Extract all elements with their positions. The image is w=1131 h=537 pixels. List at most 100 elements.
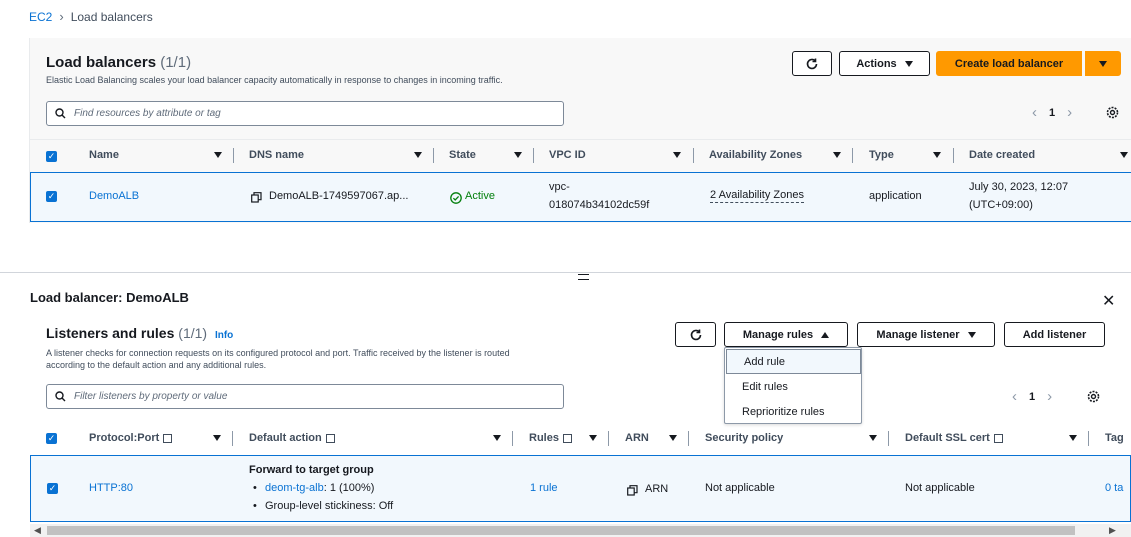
caret-down-icon: [967, 331, 976, 338]
table-row[interactable]: ✓ DemoALB DemoALB-1749597067.ap... Activ…: [30, 172, 1131, 222]
caret-down-icon: [1099, 60, 1107, 67]
manage-listener-label: Manage listener: [876, 328, 960, 341]
date-line1: July 30, 2023, 12:07: [969, 181, 1069, 193]
external-link-icon: [993, 433, 1003, 443]
table-row[interactable]: ✓ HTTP:80 Forward to target group • deom…: [30, 455, 1131, 522]
column-state[interactable]: State: [449, 140, 476, 170]
table-header: ✓ Name DNS name State VPC ID Availabilit…: [30, 139, 1131, 169]
column-default-action[interactable]: Default action: [249, 423, 335, 453]
listeners-title: Listeners and rules (1/1) Info: [46, 325, 234, 341]
copy-icon[interactable]: [251, 192, 262, 203]
menu-item-edit-rules[interactable]: Edit rules: [725, 374, 861, 399]
ssl-cert-value: Not applicable: [905, 482, 975, 494]
actions-button[interactable]: Actions: [839, 51, 930, 76]
add-listener-label: Add listener: [1022, 328, 1087, 341]
caret-down-icon: [904, 60, 913, 67]
bullet: •: [253, 500, 257, 512]
row-checkbox[interactable]: ✓: [46, 191, 57, 202]
column-protocol-port[interactable]: Protocol:Port: [89, 423, 173, 453]
search-icon: [55, 391, 66, 402]
manage-rules-menu: Add rule Edit rules Reprioritize rules: [724, 347, 862, 424]
manage-rules-label: Manage rules: [742, 328, 814, 341]
row-checkbox[interactable]: ✓: [47, 483, 58, 494]
split-divider: [0, 272, 1131, 273]
column-dns-name[interactable]: DNS name: [249, 140, 304, 170]
arn-value: ARN: [645, 483, 669, 495]
page-next-icon[interactable]: ›: [1047, 388, 1052, 405]
refresh-icon: [806, 58, 818, 69]
select-all-checkbox[interactable]: ✓: [46, 151, 57, 162]
page-number[interactable]: 1: [1049, 107, 1055, 119]
scroll-left-icon[interactable]: ◀: [34, 525, 41, 536]
menu-item-reprioritize-rules[interactable]: Reprioritize rules: [725, 399, 861, 424]
load-balancers-panel: Load balancers (1/1) Elastic Load Balanc…: [29, 38, 1131, 223]
page-prev-icon[interactable]: ‹: [1012, 388, 1017, 405]
default-action-title: Forward to target group: [249, 464, 374, 476]
breadcrumb: EC2 › Load balancers: [29, 9, 153, 24]
target-group-item: deom-tg-alb: 1 (100%): [265, 482, 375, 494]
protocol-port-link[interactable]: HTTP:80: [89, 480, 133, 497]
gear-icon[interactable]: [1087, 390, 1100, 403]
pagination: ‹ 1 ›: [1032, 104, 1072, 121]
copy-icon[interactable]: [627, 485, 638, 496]
horizontal-scrollbar[interactable]: ◀ ▶: [30, 524, 1131, 537]
availability-zones-popover[interactable]: 2 Availability Zones: [710, 188, 804, 203]
breadcrumb-ec2-link[interactable]: EC2: [29, 10, 52, 24]
info-link[interactable]: Info: [215, 330, 233, 341]
security-policy-value: Not applicable: [705, 482, 775, 494]
page-title: Load balancers (1/1): [46, 54, 192, 71]
external-link-icon: [163, 433, 173, 443]
external-link-icon: [562, 433, 572, 443]
lb-name-link[interactable]: DemoALB: [89, 188, 139, 205]
stickiness-value: Group-level stickiness: Off: [265, 500, 394, 512]
success-check-icon: [450, 192, 462, 204]
actions-label: Actions: [856, 57, 897, 70]
column-type[interactable]: Type: [869, 140, 894, 170]
listeners-refresh-button[interactable]: [675, 322, 716, 347]
manage-rules-button[interactable]: Manage rules: [724, 322, 848, 347]
chevron-right-icon: ›: [59, 9, 64, 24]
page-next-icon[interactable]: ›: [1067, 104, 1072, 121]
dns-name-value: DemoALB-1749597067.ap...: [269, 190, 409, 202]
resize-handle-icon[interactable]: [578, 274, 589, 280]
breadcrumb-current: Load balancers: [70, 9, 153, 24]
create-options-button[interactable]: [1085, 51, 1121, 76]
refresh-button[interactable]: [792, 51, 832, 76]
column-rules[interactable]: Rules: [529, 423, 572, 453]
scroll-right-icon[interactable]: ▶: [1109, 525, 1116, 536]
external-link-icon: [325, 433, 335, 443]
listeners-search-input[interactable]: Filter listeners by property or value: [46, 384, 564, 409]
date-line2: (UTC+09:00): [969, 199, 1033, 211]
create-load-balancer-button[interactable]: Create load balancer: [936, 51, 1082, 76]
create-label: Create load balancer: [954, 57, 1064, 70]
search-icon: [55, 108, 66, 119]
rules-link[interactable]: 1 rule: [530, 480, 558, 497]
select-all-checkbox[interactable]: ✓: [46, 433, 57, 444]
scrollbar-thumb[interactable]: [47, 526, 1075, 535]
column-vpc-id[interactable]: VPC ID: [549, 140, 586, 170]
column-availability-zones[interactable]: Availability Zones: [709, 140, 802, 170]
column-date-created[interactable]: Date created: [969, 140, 1035, 170]
add-listener-button[interactable]: Add listener: [1004, 322, 1105, 347]
tags-link[interactable]: 0 ta: [1105, 480, 1123, 497]
column-security-policy[interactable]: Security policy: [705, 423, 783, 453]
search-input[interactable]: Find resources by attribute or tag: [46, 101, 564, 126]
page-number[interactable]: 1: [1029, 391, 1035, 403]
target-group-link[interactable]: deom-tg-alb: [265, 482, 324, 494]
page-prev-icon[interactable]: ‹: [1032, 104, 1037, 121]
state-value: Active: [465, 190, 495, 202]
listeners-table-header: ✓ Protocol:Port Default action Rules ARN…: [30, 423, 1131, 453]
close-icon[interactable]: ✕: [1102, 291, 1115, 311]
caret-up-icon: [821, 331, 830, 338]
vpc-id-line1: vpc-: [549, 181, 570, 193]
manage-listener-button[interactable]: Manage listener: [857, 322, 995, 347]
column-tags[interactable]: Tag: [1105, 423, 1124, 453]
bullet: •: [253, 482, 257, 494]
gear-icon[interactable]: [1106, 106, 1119, 119]
column-default-ssl-cert[interactable]: Default SSL cert: [905, 423, 1003, 453]
refresh-icon: [690, 329, 701, 340]
menu-item-add-rule[interactable]: Add rule: [726, 349, 861, 374]
listeners-description: A listener checks for connection request…: [46, 348, 510, 370]
column-name[interactable]: Name: [89, 140, 119, 170]
column-arn[interactable]: ARN: [625, 423, 649, 453]
